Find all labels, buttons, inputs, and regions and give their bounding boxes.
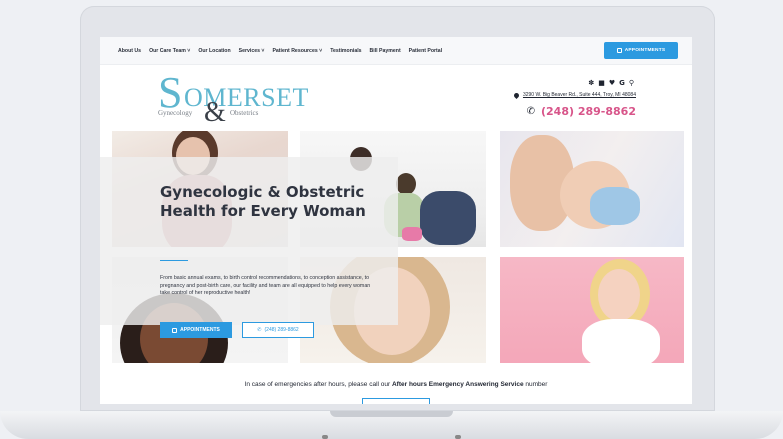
yelp-icon[interactable]: ✽: [588, 79, 594, 87]
appointments-button[interactable]: APPOINTMENTS: [604, 42, 678, 59]
phone-icon: ✆: [526, 106, 535, 117]
nav-our-location[interactable]: Our Location: [198, 48, 230, 54]
calendar-icon: [616, 48, 622, 53]
hero-photo-baby-bump: [500, 131, 684, 247]
somerset-logo[interactable]: S OMERSET Gynecology & Obstetrics: [158, 71, 318, 128]
browser-screen: About Us Our Care Team ˅ Our Location Se…: [100, 37, 692, 404]
calendar-icon: [172, 327, 178, 333]
healthgrades-icon[interactable]: ♥: [609, 79, 615, 87]
logo-ampersand: &: [204, 97, 226, 128]
laptop-foot: [455, 435, 461, 439]
site-header: S OMERSET Gynecology & Obstetrics ✽ ■ ♥ …: [100, 65, 692, 129]
emergency-suffix: number: [523, 381, 548, 388]
hero-title: Gynecologic & Obstetric Health for Every…: [160, 183, 366, 220]
hero-description: From basic annual exams, to birth contro…: [160, 275, 371, 296]
appointments-button-label: APPOINTMENTS: [624, 48, 666, 53]
hero-section: Gynecologic & Obstetric Health for Every…: [100, 129, 692, 365]
emergency-prefix: In case of emergencies after hours, plea…: [244, 381, 392, 388]
logo-word: OMERSET: [184, 83, 309, 112]
nav-services[interactable]: Services ˅: [239, 48, 265, 54]
laptop-foot: [322, 435, 328, 439]
logo-gynecology: Gynecology: [158, 109, 193, 117]
social-links: ✽ ■ ♥ G ⚲: [588, 79, 634, 87]
emergency-number-button[interactable]: [362, 398, 430, 404]
header-phone-number: (248) 289-8862: [541, 105, 636, 118]
nav-testimonials[interactable]: Testimonials: [330, 48, 361, 54]
nav-about-us[interactable]: About Us: [118, 48, 141, 54]
google-icon[interactable]: G: [619, 79, 625, 87]
hero-photo-pink-background-woman: [500, 257, 684, 363]
logo-obstetrics: Obstetrics: [230, 109, 259, 117]
laptop-base: [0, 411, 783, 439]
header-phone-link[interactable]: ✆ (248) 289-8862: [527, 105, 636, 118]
phone-icon: ✆: [257, 327, 262, 333]
nav-patient-resources[interactable]: Patient Resources ˅: [272, 48, 322, 54]
hero-appointments-label: APPOINTMENTS: [180, 327, 220, 333]
emergency-notice: In case of emergencies after hours, plea…: [100, 381, 692, 388]
hero-phone-button[interactable]: ✆ (248) 289-8862: [242, 322, 314, 338]
nav-bill-payment[interactable]: Bill Payment: [370, 48, 401, 54]
nav-patient-portal[interactable]: Patient Portal: [409, 48, 442, 54]
top-navigation: About Us Our Care Team ˅ Our Location Se…: [100, 37, 692, 65]
address-text: 3290 W. Big Beaver Rd., Suite 444, Troy,…: [522, 92, 636, 98]
hero-appointments-button[interactable]: APPOINTMENTS: [160, 322, 232, 338]
nav-our-care-team[interactable]: Our Care Team ˅: [149, 48, 190, 54]
hero-phone-label: (248) 289-8862: [264, 327, 299, 333]
facebook-icon[interactable]: ■: [598, 79, 605, 87]
hero-divider: [160, 260, 188, 261]
address-link[interactable]: 3290 W. Big Beaver Rd., Suite 444, Troy,…: [512, 91, 636, 99]
search-icon[interactable]: ⚲: [629, 79, 634, 87]
emergency-service-name: After hours Emergency Answering Service: [391, 381, 524, 388]
laptop-notch: [330, 411, 453, 417]
map-pin-icon: [512, 91, 521, 99]
